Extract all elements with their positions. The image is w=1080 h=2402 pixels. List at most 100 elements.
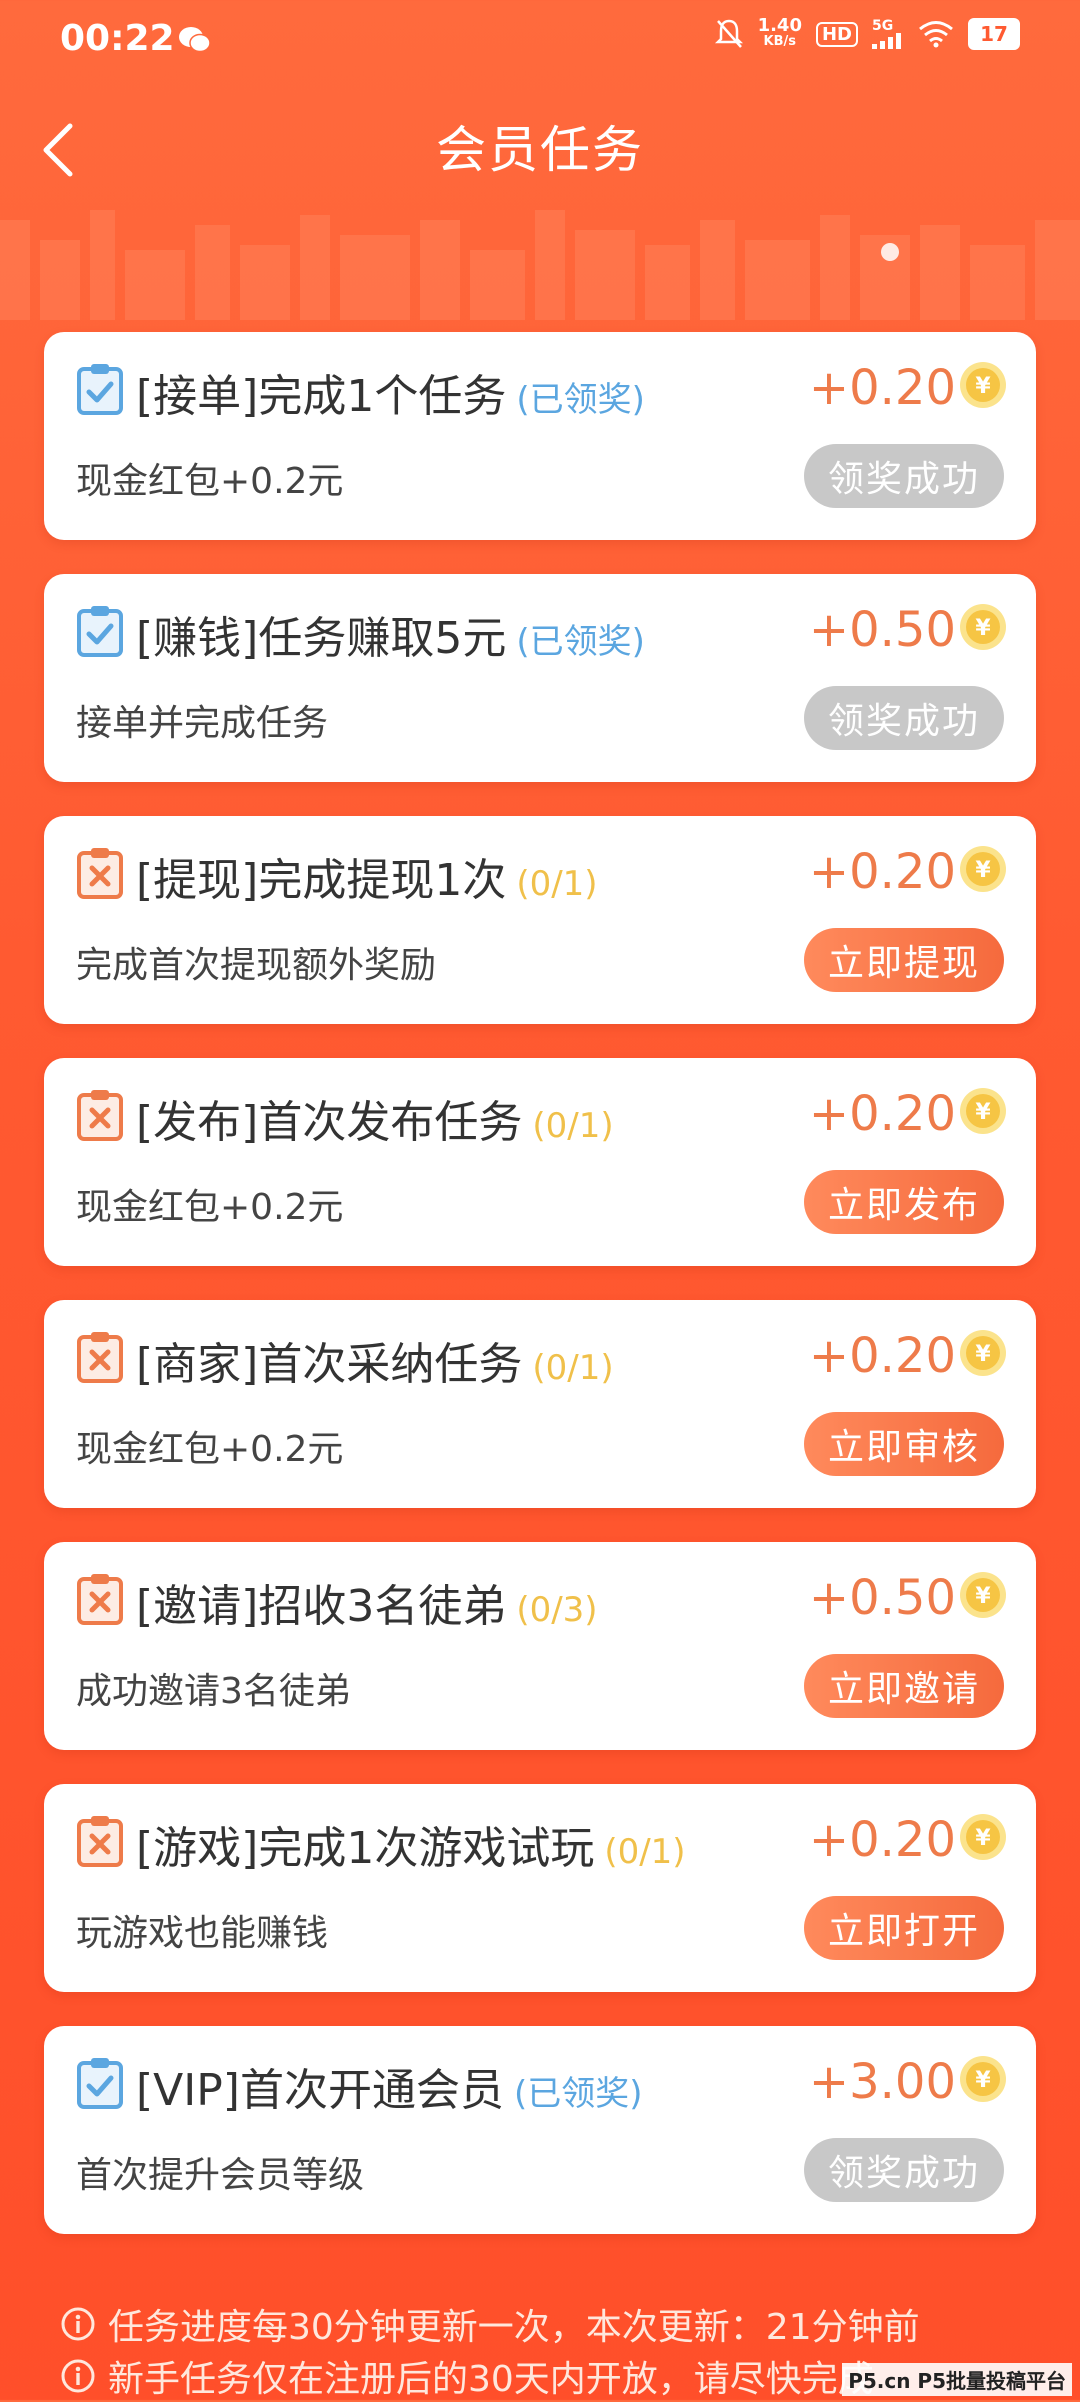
update-note-text: 任务进度每30分钟更新一次，本次更新：21分钟前	[108, 2307, 920, 2348]
task-description: 现金红包+0.2元	[76, 461, 344, 502]
coin-icon: ¥	[960, 604, 1006, 650]
task-title: [游戏]完成1次游戏试玩 (0/1)	[136, 1812, 686, 1876]
task-description: 玩游戏也能赚钱	[76, 1913, 329, 1954]
reward-amount: +0.50	[808, 1570, 956, 1626]
coin-icon: ¥	[960, 1572, 1006, 1618]
task-status: (0/1)	[532, 1348, 614, 1388]
task-title: [VIP]首次开通会员 (已领奖)	[136, 2054, 642, 2118]
task-title: [商家]首次采纳任务 (0/1)	[136, 1328, 614, 1392]
task-title-text: [商家]首次采纳任务	[136, 1339, 523, 1390]
claimed-button[interactable]: 领奖成功	[804, 444, 1004, 508]
speed-value: 1.40	[757, 15, 802, 36]
invite-button[interactable]: 立即邀请	[804, 1654, 1004, 1718]
skyline-decoration	[0, 210, 1080, 320]
svg-text:¥: ¥	[975, 1584, 991, 1609]
task-description: 现金红包+0.2元	[76, 1187, 344, 1228]
task-title-text: [赚钱]任务赚取5元	[136, 613, 507, 664]
task-card: [提现]完成提现1次 (0/1) +0.20 ¥ 完成首次提现额外奖励 立即提现	[44, 816, 1036, 1024]
coin-icon: ¥	[960, 1330, 1006, 1376]
task-title: [发布]首次发布任务 (0/1)	[136, 1086, 614, 1150]
mute-bell-icon	[714, 19, 743, 48]
reward-amount: +3.00	[808, 2054, 956, 2110]
reward-amount: +0.20	[808, 1812, 956, 1868]
task-status: (0/1)	[516, 864, 598, 904]
publish-button[interactable]: 立即发布	[804, 1170, 1004, 1234]
update-note: 任务进度每30分钟更新一次，本次更新：21分钟前	[60, 2298, 1060, 2350]
task-title: [邀请]招收3名徒弟 (0/3)	[136, 1570, 598, 1634]
hd-badge: HD	[815, 21, 858, 47]
task-card: [接单]完成1个任务 (已领奖) +0.20 ¥ 现金红包+0.2元 领奖成功	[44, 332, 1036, 540]
signal-bars-icon	[872, 33, 901, 49]
status-bar: 00:22 1.40 KB/s HD 5G 17	[0, 0, 1080, 80]
coin-icon: ¥	[960, 1814, 1006, 1860]
network-speed: 1.40 KB/s	[757, 15, 802, 50]
clipboard-check-icon	[77, 2058, 123, 2109]
clipboard-x-icon	[77, 848, 123, 899]
clipboard-check-icon	[77, 364, 123, 415]
task-title-text: [接单]完成1个任务	[136, 371, 507, 422]
clipboard-x-icon	[77, 1332, 123, 1383]
task-card: [发布]首次发布任务 (0/1) +0.20 ¥ 现金红包+0.2元 立即发布	[44, 1058, 1036, 1266]
coin-icon: ¥	[960, 2056, 1006, 2102]
coin-icon: ¥	[960, 362, 1006, 408]
info-icon	[61, 2359, 95, 2393]
clipboard-check-icon	[77, 606, 123, 657]
clipboard-x-icon	[77, 1574, 123, 1625]
task-title-text: [VIP]首次开通会员	[136, 2065, 504, 2116]
task-title: [接单]完成1个任务 (已领奖)	[136, 360, 645, 424]
reward-amount: +0.20	[808, 360, 956, 416]
wechat-icon	[179, 27, 211, 53]
claimed-button[interactable]: 领奖成功	[804, 686, 1004, 750]
wifi-icon	[919, 21, 953, 48]
task-status: (0/1)	[604, 1832, 686, 1872]
task-description: 成功邀请3名徒弟	[76, 1671, 351, 1712]
task-card: [VIP]首次开通会员 (已领奖) +3.00 ¥ 首次提升会员等级 领奖成功	[44, 2026, 1036, 2234]
cellular-signal: 5G	[872, 19, 904, 49]
claimed-button[interactable]: 领奖成功	[804, 2138, 1004, 2202]
reward-amount: +0.20	[808, 844, 956, 900]
newbie-note-text: 新手任务仅在注册后的30天内开放，请尽快完成	[108, 2359, 874, 2400]
task-card: [赚钱]任务赚取5元 (已领奖) +0.50 ¥ 接单并完成任务 领奖成功	[44, 574, 1036, 782]
task-status: (0/3)	[516, 1590, 598, 1630]
network-type: 5G	[872, 18, 894, 34]
task-status: (已领奖)	[513, 2074, 643, 2114]
info-icon	[61, 2307, 95, 2341]
reward-amount: +0.20	[808, 1086, 956, 1142]
svg-text:¥: ¥	[975, 616, 991, 641]
task-description: 完成首次提现额外奖励	[76, 945, 437, 986]
clipboard-x-icon	[77, 1816, 123, 1867]
review-button[interactable]: 立即审核	[804, 1412, 1004, 1476]
withdraw-button[interactable]: 立即提现	[804, 928, 1004, 992]
task-title: [提现]完成提现1次 (0/1)	[136, 844, 598, 908]
svg-text:¥: ¥	[975, 2068, 991, 2093]
status-icons: 1.40 KB/s HD 5G 17	[714, 15, 1020, 50]
battery-indicator: 17	[968, 18, 1020, 50]
reward-amount: +0.50	[808, 602, 956, 658]
task-card: [邀请]招收3名徒弟 (0/3) +0.50 ¥ 成功邀请3名徒弟 立即邀请	[44, 1542, 1036, 1750]
reward-amount: +0.20	[808, 1328, 956, 1384]
status-time: 00:22	[60, 18, 175, 59]
task-card: [游戏]完成1次游戏试玩 (0/1) +0.20 ¥ 玩游戏也能赚钱 立即打开	[44, 1784, 1036, 1992]
task-description: 现金红包+0.2元	[76, 1429, 344, 1470]
task-title-text: [发布]首次发布任务	[136, 1097, 523, 1148]
open-game-button[interactable]: 立即打开	[804, 1896, 1004, 1960]
svg-text:¥: ¥	[975, 1100, 991, 1125]
task-description: 接单并完成任务	[76, 703, 329, 744]
task-status: (已领奖)	[516, 380, 645, 420]
task-card: [商家]首次采纳任务 (0/1) +0.20 ¥ 现金红包+0.2元 立即审核	[44, 1300, 1036, 1508]
task-title-text: [游戏]完成1次游戏试玩	[136, 1823, 595, 1874]
svg-text:¥: ¥	[975, 1342, 991, 1367]
svg-text:¥: ¥	[975, 374, 991, 399]
task-description: 首次提升会员等级	[76, 2155, 365, 2196]
task-status: (已领奖)	[516, 622, 645, 662]
task-title-text: [提现]完成提现1次	[136, 855, 507, 906]
svg-text:¥: ¥	[975, 1826, 991, 1851]
coin-icon: ¥	[960, 846, 1006, 892]
svg-text:¥: ¥	[975, 858, 991, 883]
page-title: 会员任务	[436, 121, 644, 179]
task-status: (0/1)	[532, 1106, 614, 1146]
coin-icon: ¥	[960, 1088, 1006, 1134]
header: 会员任务	[0, 80, 1080, 210]
task-title: [赚钱]任务赚取5元 (已领奖)	[136, 602, 645, 666]
task-list: [接单]完成1个任务 (已领奖) +0.20 ¥ 现金红包+0.2元 领奖成功 […	[44, 332, 1036, 2268]
